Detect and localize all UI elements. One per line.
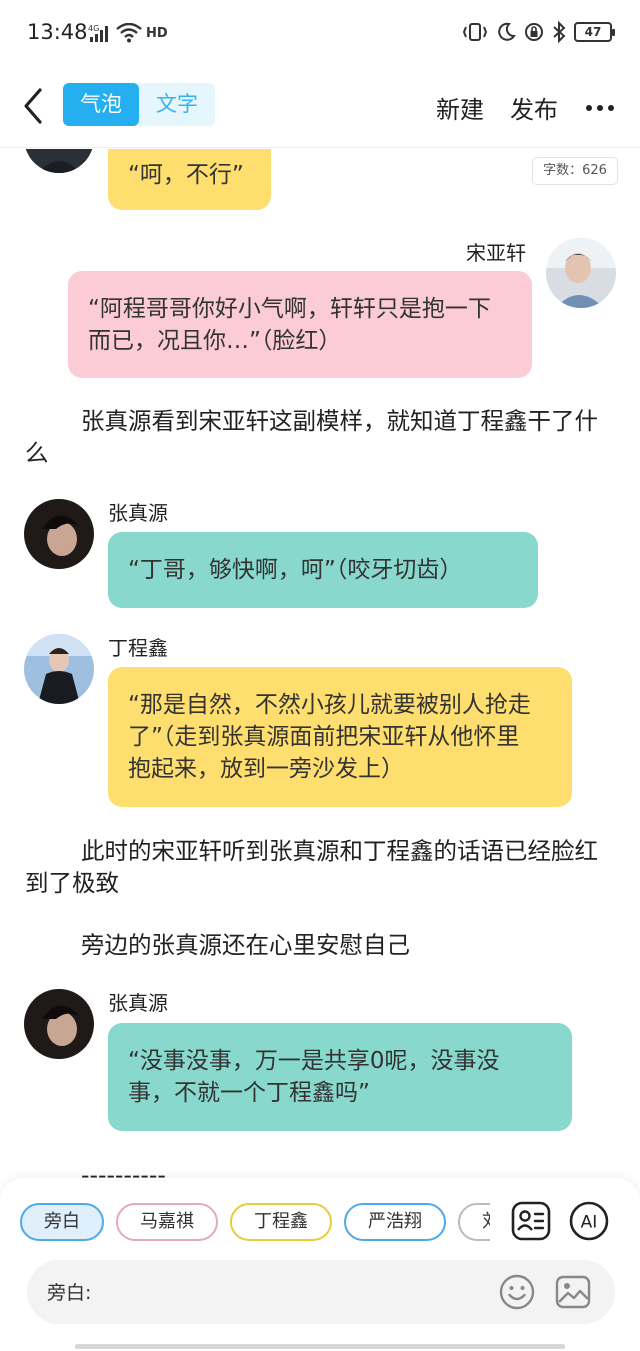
character-card-icon[interactable] (510, 1200, 552, 1242)
status-left-icons: 4G HD (88, 22, 168, 44)
word-count-badge: 字数：626 (532, 157, 618, 185)
mode-text-tab[interactable]: 文字 (139, 83, 215, 126)
vibrate-icon (462, 23, 488, 41)
message-input[interactable]: 旁白: (27, 1260, 615, 1324)
speaker-name: 张真源 (108, 501, 168, 525)
avatar[interactable] (24, 634, 94, 704)
mode-switch: 气泡 文字 (63, 83, 215, 126)
hd-label: HD (146, 25, 168, 41)
svg-text:4G: 4G (88, 24, 99, 33)
editor-header: 气泡 文字 新建 发布 (0, 64, 640, 148)
character-chip[interactable]: 马嘉祺 (116, 1203, 218, 1241)
new-button[interactable]: 新建 (436, 90, 484, 125)
mode-bubble-tab[interactable]: 气泡 (63, 83, 139, 126)
nav-gesture-bar (75, 1344, 565, 1349)
character-chip[interactable]: 严浩翔 (344, 1203, 446, 1241)
avatar[interactable] (546, 238, 616, 308)
narration-text[interactable]: 此时的宋亚轩听到张真源和丁程鑫的话语已经脸红到了极致 (25, 835, 605, 899)
character-chips: 旁白马嘉祺丁程鑫严浩翔刘耀 (20, 1203, 490, 1243)
character-chip[interactable]: 旁白 (20, 1203, 104, 1241)
bluetooth-icon (553, 21, 566, 43)
status-bar: 13:48 4G HD 47 (0, 0, 640, 64)
publish-button[interactable]: 发布 (510, 90, 558, 125)
input-role-label: 旁白: (47, 1282, 92, 1304)
battery-icon: 47 (574, 22, 615, 42)
dialogue-bubble[interactable]: “没事没事，万一是共享0呢，没事没事，不就一个丁程鑫吗” (108, 1023, 572, 1131)
dialogue-bubble[interactable]: “呵，不行” (108, 149, 271, 210)
input-panel: 旁白马嘉祺丁程鑫严浩翔刘耀 AI 旁白: (0, 1178, 640, 1351)
speaker-name: 宋亚轩 (466, 241, 526, 265)
narration-text[interactable]: 旁边的张真源还在心里安慰自己 (25, 929, 605, 961)
character-chip[interactable]: 刘耀 (458, 1203, 490, 1241)
more-dots-icon[interactable] (585, 104, 615, 112)
wifi-icon (116, 23, 142, 43)
speaker-name: 丁程鑫 (108, 636, 168, 660)
dialogue-bubble[interactable]: “阿程哥哥你好小气啊，轩轩只是抱一下而已，况且你…”（脸红） (68, 271, 532, 378)
ai-button[interactable]: AI (568, 1200, 610, 1242)
separator-text[interactable]: ---------- (25, 1159, 605, 1179)
smiley-icon[interactable] (499, 1274, 535, 1310)
status-time: 13:48 (27, 20, 88, 44)
image-icon[interactable] (555, 1274, 591, 1310)
svg-text:AI: AI (581, 1213, 598, 1233)
chevron-left-icon[interactable] (18, 86, 48, 126)
lock-rotation-icon (525, 23, 543, 41)
dialogue-bubble[interactable]: “那是自然，不然小孩儿就要被别人抢走了”（走到张真源面前把宋亚轩从他怀里抱起来，… (108, 667, 572, 807)
avatar[interactable] (24, 989, 94, 1059)
speaker-name: 张真源 (108, 991, 168, 1015)
character-chip[interactable]: 丁程鑫 (230, 1203, 332, 1241)
signal-icon: 4G (88, 24, 108, 42)
story-content[interactable]: 字数：626 “呵，不行” 宋亚轩 “阿程哥哥你好小气啊，轩轩只是抱一下而已，况… (0, 149, 640, 1179)
dialogue-bubble[interactable]: “丁哥，够快啊，呵”（咬牙切齿） (108, 532, 538, 608)
avatar[interactable] (24, 499, 94, 569)
status-right-icons: 47 (462, 20, 615, 44)
avatar[interactable] (24, 149, 94, 173)
moon-icon (498, 22, 516, 41)
narration-text[interactable]: 张真源看到宋亚轩这副模样，就知道丁程鑫干了什么 (25, 405, 605, 469)
